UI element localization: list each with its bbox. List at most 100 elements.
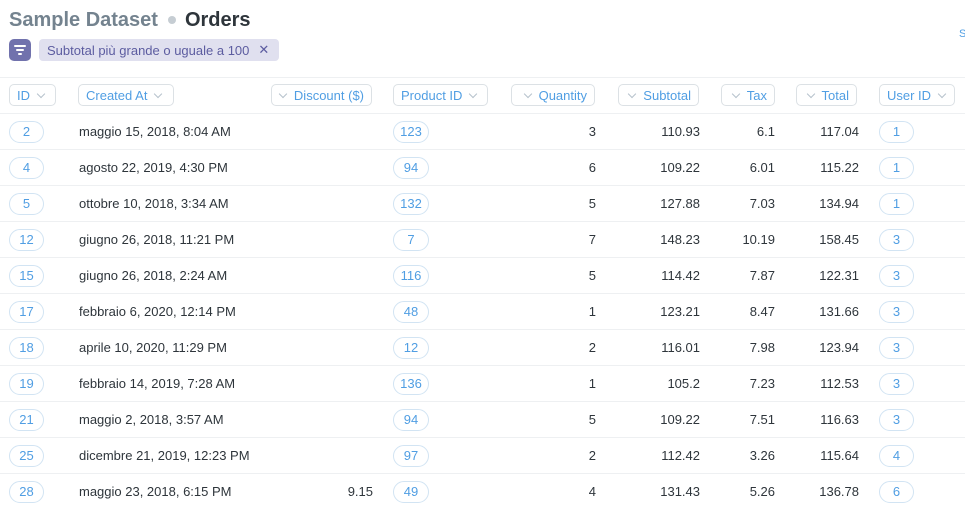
table-row: 28 maggio 23, 2018, 6:15 PM 9.15 49 4 131.43 5… <box>0 473 965 509</box>
product-id-link[interactable]: 136 <box>393 373 429 395</box>
order-id-link[interactable]: 15 <box>9 265 44 287</box>
chevron-down-icon <box>154 89 163 98</box>
breadcrumb-separator-dot <box>167 16 176 24</box>
product-id-link[interactable]: 7 <box>393 229 429 251</box>
created-at-cell: febbraio 6, 2020, 12:14 PM <box>79 304 236 319</box>
order-id-link[interactable]: 4 <box>9 157 44 179</box>
discount-cell <box>273 294 373 329</box>
discount-cell <box>273 222 373 257</box>
subtotal-cell: 116.01 <box>661 340 700 355</box>
order-id-link[interactable]: 12 <box>9 229 44 251</box>
column-header-product-id[interactable]: Product ID <box>393 84 488 106</box>
order-id-link[interactable]: 19 <box>9 373 44 395</box>
subtotal-cell: 123.21 <box>660 304 700 319</box>
user-id-link[interactable]: 3 <box>879 229 914 251</box>
table-row: 18 aprile 10, 2020, 11:29 PM 12 2 116.01 7.98… <box>0 329 965 365</box>
table-row: 19 febbraio 14, 2019, 7:28 AM 136 1 105.2 7.2… <box>0 365 965 401</box>
user-id-link[interactable]: 1 <box>879 193 914 215</box>
discount-cell <box>273 114 373 149</box>
user-id-link[interactable]: 3 <box>879 337 914 359</box>
user-id-link[interactable]: 3 <box>879 265 914 287</box>
quantity-cell: 1 <box>588 376 596 391</box>
quantity-cell: 4 <box>588 484 596 499</box>
product-id-link[interactable]: 116 <box>393 265 429 287</box>
quantity-cell: 7 <box>588 232 596 247</box>
column-header-total[interactable]: Total <box>796 84 857 106</box>
chevron-down-icon <box>937 89 947 98</box>
user-id-link[interactable]: 4 <box>879 445 914 467</box>
product-id-link[interactable]: 94 <box>393 409 429 431</box>
filter-pill[interactable]: Subtotal più grande o uguale a 100 ✕ <box>39 39 280 61</box>
order-id-link[interactable]: 25 <box>9 445 44 467</box>
chevron-down-icon <box>278 89 288 98</box>
discount-cell <box>273 330 373 365</box>
created-at-cell: febbraio 14, 2019, 7:28 AM <box>79 376 236 391</box>
total-cell: 115.64 <box>820 448 859 463</box>
created-at-cell: maggio 15, 2018, 8:04 AM <box>79 124 231 139</box>
column-header-id[interactable]: ID <box>9 84 56 106</box>
column-header-user-id[interactable]: User ID <box>879 84 955 106</box>
edge-link[interactable]: S <box>959 28 965 40</box>
discount-cell <box>273 150 373 185</box>
breadcrumb-database[interactable]: Sample Dataset <box>9 9 158 32</box>
product-id-link[interactable]: 97 <box>393 445 429 467</box>
breadcrumb-table: Orders <box>184 8 251 31</box>
created-at-cell: aprile 10, 2020, 11:29 PM <box>79 340 227 355</box>
quantity-cell: 5 <box>588 268 596 283</box>
product-id-link[interactable]: 49 <box>393 481 429 503</box>
column-header-tax[interactable]: Tax <box>721 84 775 106</box>
column-header-quantity[interactable]: Quantity <box>511 84 595 106</box>
product-id-link[interactable]: 12 <box>393 337 429 359</box>
product-id-link[interactable]: 94 <box>393 157 429 179</box>
remove-filter-icon[interactable]: ✕ <box>258 42 269 58</box>
total-cell: 158.45 <box>819 232 859 247</box>
order-id-link[interactable]: 18 <box>9 337 44 359</box>
order-id-link[interactable]: 5 <box>9 193 44 215</box>
total-cell: 123.94 <box>819 340 859 355</box>
order-id-link[interactable]: 21 <box>9 409 44 431</box>
product-id-link[interactable]: 132 <box>393 193 429 215</box>
subtotal-cell: 109.22 <box>660 160 700 175</box>
created-at-cell: agosto 22, 2019, 4:30 PM <box>79 160 228 175</box>
table-row: 12 giugno 26, 2018, 11:21 PM 7 7 148.23 10.19… <box>0 221 965 257</box>
order-id-link[interactable]: 2 <box>9 121 44 143</box>
filter-icon <box>14 45 26 55</box>
subtotal-cell: 148.23 <box>660 232 700 247</box>
chevron-down-icon <box>469 89 478 98</box>
user-id-link[interactable]: 3 <box>879 301 914 323</box>
total-cell: 136.78 <box>819 484 859 499</box>
column-header-created-at[interactable]: Created At <box>78 84 174 106</box>
created-at-cell: giugno 26, 2018, 11:21 PM <box>79 232 235 247</box>
chevron-down-icon <box>806 89 815 98</box>
user-id-link[interactable]: 3 <box>879 409 914 431</box>
product-id-link[interactable]: 48 <box>393 301 429 323</box>
column-header-discount[interactable]: Discount ($) <box>271 84 372 106</box>
quantity-cell: 3 <box>588 124 596 139</box>
order-id-link[interactable]: 17 <box>9 301 44 323</box>
quantity-cell: 5 <box>588 412 596 427</box>
user-id-link[interactable]: 6 <box>879 481 914 503</box>
order-id-link[interactable]: 28 <box>9 481 44 503</box>
chevron-down-icon <box>731 89 741 98</box>
total-cell: 112.53 <box>820 376 859 391</box>
user-id-link[interactable]: 1 <box>879 121 914 143</box>
table-row: 15 giugno 26, 2018, 2:24 AM 116 5 114.42 7.87… <box>0 257 965 293</box>
created-at-cell: ottobre 10, 2018, 3:34 AM <box>79 196 229 211</box>
total-cell: 116.63 <box>820 412 859 427</box>
discount-cell <box>273 366 373 401</box>
discount-cell: 9.15 <box>347 484 373 499</box>
discount-cell <box>273 186 373 221</box>
column-header-subtotal[interactable]: Subtotal <box>618 84 699 106</box>
product-id-link[interactable]: 123 <box>393 121 429 143</box>
filter-toggle-button[interactable] <box>9 39 31 61</box>
user-id-link[interactable]: 3 <box>879 373 914 395</box>
created-at-cell: dicembre 21, 2019, 12:23 PM <box>79 448 250 463</box>
subtotal-cell: 114.42 <box>661 268 700 283</box>
total-cell: 122.31 <box>819 268 859 283</box>
header-divider <box>0 77 965 78</box>
discount-cell <box>273 402 373 437</box>
user-id-link[interactable]: 1 <box>879 157 914 179</box>
filter-row: Subtotal più grande o uguale a 100 ✕ <box>9 39 280 61</box>
subtotal-cell: 131.43 <box>660 484 700 499</box>
breadcrumb: Sample Dataset Orders <box>9 6 251 34</box>
